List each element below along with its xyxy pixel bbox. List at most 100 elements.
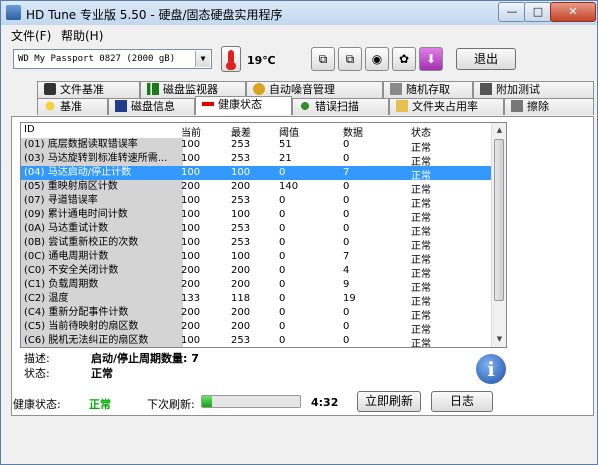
cell-threshold: 0 <box>279 307 286 318</box>
tab-label: 健康状态 <box>218 98 262 111</box>
random-access-icon <box>390 83 402 95</box>
cell-threshold: 0 <box>279 293 286 304</box>
cell-id: (04) 马达启动/停止计数 <box>21 166 183 180</box>
health-panel: ID 当前 最差 阈值 数据 状态 (01) 底层数据读取错误率 100 253 51… <box>11 116 594 416</box>
table-scrollbar[interactable]: ▲ ▼ <box>491 123 506 347</box>
log-button[interactable]: 日志 <box>431 391 493 412</box>
col-header-current[interactable]: 当前 <box>181 124 201 139</box>
tab-label: 文件基准 <box>60 83 104 96</box>
cell-worst: 253 <box>231 153 251 164</box>
cell-threshold: 0 <box>279 223 286 234</box>
status-value: 正常 <box>91 367 113 380</box>
menu-file[interactable]: 文件(F) <box>11 27 51 44</box>
cell-id: (05) 重映射扇区计数 <box>21 180 183 194</box>
table-row[interactable]: (09) 累计通电时间计数 100 100 0 0 正常 <box>21 208 491 224</box>
table-row[interactable]: (C0) 不安全关闭计数 200 200 0 4 正常 <box>21 264 491 280</box>
refresh-countdown: 4:32 <box>311 396 339 409</box>
drive-select[interactable]: WD My Passport 0827 (2000 gB) ▼ <box>13 49 212 69</box>
info-icon[interactable]: i <box>476 354 506 384</box>
refresh-progress-bar <box>201 395 301 408</box>
tab-erase[interactable]: 擦除 <box>504 98 594 115</box>
cell-id: (09) 累计通电时间计数 <box>21 208 183 222</box>
cell-threshold: 0 <box>279 209 286 220</box>
table-row[interactable]: (C6) 脱机无法纠正的扇区数 100 253 0 0 正常 <box>21 334 491 348</box>
table-row[interactable]: (07) 寻道错误率 100 253 0 0 正常 <box>21 194 491 210</box>
menu-help[interactable]: 帮助(H) <box>61 27 103 44</box>
title-bar[interactable]: HD Tune 专业版 5.50 - 硬盘/固态硬盘实用程序 — □ ✕ <box>1 1 597 25</box>
menu-bar: 文件(F) 帮助(H) <box>1 25 597 43</box>
cell-threshold: 0 <box>279 321 286 332</box>
cell-threshold: 0 <box>279 195 286 206</box>
cell-id: (C2) 温度 <box>21 292 183 306</box>
table-row[interactable]: (0B) 尝试重新校正的次数 100 253 0 0 正常 <box>21 236 491 252</box>
cell-id: (03) 马达旋转到标准转速所需... <box>21 152 183 166</box>
cell-threshold: 0 <box>279 167 286 178</box>
save-down-icon[interactable]: ⬇ <box>419 47 443 71</box>
table-row[interactable]: (04) 马达启动/停止计数 100 100 0 7 正常 <box>21 166 491 182</box>
close-button[interactable]: ✕ <box>550 2 596 22</box>
copy-info-icon[interactable]: ⧉ <box>311 47 335 71</box>
table-row[interactable]: (C1) 负载周期数 200 200 0 9 正常 <box>21 278 491 294</box>
cell-current: 100 <box>181 209 201 220</box>
chevron-down-icon[interactable]: ▼ <box>195 51 210 67</box>
tab-random-access[interactable]: 随机存取 <box>383 81 473 98</box>
table-row[interactable]: (01) 底层数据读取错误率 100 253 51 0 正常 <box>21 138 491 154</box>
tab-file-benchmark[interactable]: 文件基准 <box>37 81 140 98</box>
smart-table[interactable]: ID 当前 最差 阈值 数据 状态 (01) 底层数据读取错误率 100 253 51… <box>20 122 507 348</box>
cell-worst: 100 <box>231 251 251 262</box>
options-icon[interactable]: ✿ <box>392 47 416 71</box>
cell-id: (C1) 负载周期数 <box>21 278 183 292</box>
col-header-worst[interactable]: 最差 <box>231 124 251 139</box>
description-value: 启动/停止周期数量: 7 <box>91 352 199 365</box>
tab-folder-usage[interactable]: 文件夹占用率 <box>389 98 504 115</box>
table-row[interactable]: (0A) 马达重试计数 100 253 0 0 正常 <box>21 222 491 238</box>
cell-threshold: 140 <box>279 181 299 192</box>
cell-current: 200 <box>181 307 201 318</box>
tab-extra-tests[interactable]: 附加测试 <box>473 81 594 98</box>
cell-id: (0B) 尝试重新校正的次数 <box>21 236 183 250</box>
cell-threshold: 0 <box>279 279 286 290</box>
cell-id: (C6) 脱机无法纠正的扇区数 <box>21 334 183 347</box>
cell-threshold: 0 <box>279 237 286 248</box>
refresh-now-button[interactable]: 立即刷新 <box>357 391 421 412</box>
col-header-threshold[interactable]: 阈值 <box>279 124 299 139</box>
tab-label: 错误扫描 <box>315 100 359 113</box>
cell-id: (0A) 马达重试计数 <box>21 222 183 236</box>
scroll-down-arrow-icon[interactable]: ▼ <box>492 332 506 347</box>
folder-icon <box>396 100 408 112</box>
minimize-button[interactable]: — <box>498 2 526 22</box>
copy-all-icon[interactable]: ⧉ <box>338 47 362 71</box>
tab-benchmark[interactable]: 基准 <box>37 98 108 115</box>
cell-current: 100 <box>181 195 201 206</box>
refresh-label: 下次刷新: <box>147 398 195 411</box>
scroll-thumb[interactable] <box>494 139 504 301</box>
maximize-button[interactable]: □ <box>524 2 552 22</box>
red-cross-icon <box>202 98 214 110</box>
status-label: 状态: <box>24 367 50 380</box>
tab-disk-info[interactable]: 磁盘信息 <box>108 98 195 115</box>
table-row[interactable]: (C2) 温度 133 118 0 19 正常 <box>21 292 491 308</box>
cell-data: 0 <box>343 223 350 234</box>
exit-button[interactable]: 退出 <box>456 48 516 70</box>
cell-worst: 253 <box>231 223 251 234</box>
table-row[interactable]: (C4) 重新分配事件计数 200 200 0 0 正常 <box>21 306 491 322</box>
table-row[interactable]: (03) 马达旋转到标准转速所需... 100 253 21 0 正常 <box>21 152 491 168</box>
description-label: 描述: <box>24 352 50 365</box>
scroll-up-arrow-icon[interactable]: ▲ <box>492 123 506 138</box>
chart-icon <box>147 83 159 95</box>
cell-data: 0 <box>343 321 350 332</box>
cell-current: 133 <box>181 293 201 304</box>
col-header-id[interactable]: ID <box>24 124 35 135</box>
table-row[interactable]: (C5) 当前待映射的扇区数 200 200 0 0 正常 <box>21 320 491 336</box>
table-row[interactable]: (0C) 通电周期计数 100 100 0 7 正常 <box>21 250 491 266</box>
cell-worst: 118 <box>231 293 251 304</box>
col-header-status[interactable]: 状态 <box>411 124 431 139</box>
tab-error-scan[interactable]: 错误扫描 <box>292 98 389 115</box>
cell-data: 0 <box>343 335 350 346</box>
table-row[interactable]: (05) 重映射扇区计数 200 200 140 0 正常 <box>21 180 491 196</box>
col-header-data[interactable]: 数据 <box>343 124 363 139</box>
tab-health[interactable]: 健康状态 <box>195 96 292 115</box>
camera-icon[interactable]: ◉ <box>365 47 389 71</box>
cell-status: 正常 <box>411 339 431 348</box>
cell-worst: 100 <box>231 209 251 220</box>
